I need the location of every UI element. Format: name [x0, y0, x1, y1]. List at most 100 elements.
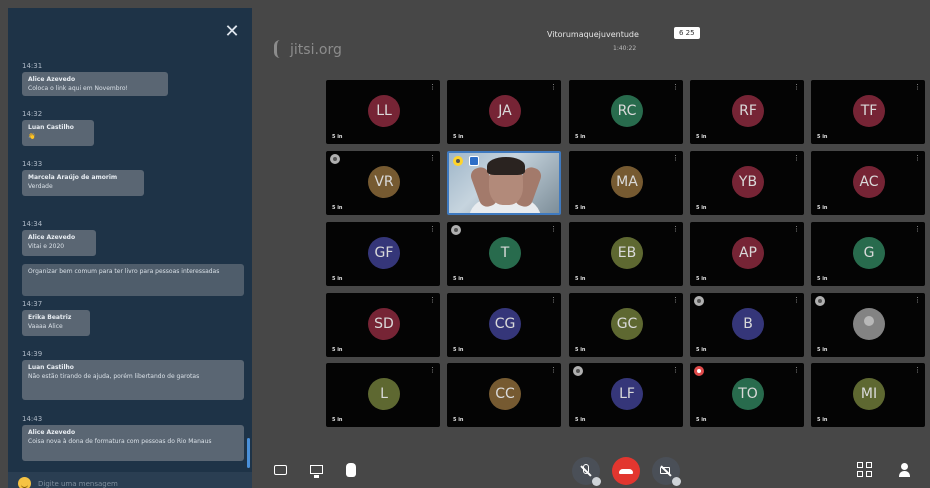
chat-message[interactable]: Erika Beatriz Vaaaa Alice — [22, 310, 90, 336]
connection-indicator: 5 in — [696, 134, 707, 140]
tile-menu-icon[interactable]: ⋮ — [793, 154, 800, 162]
status-icon — [330, 154, 340, 164]
emoji-icon[interactable] — [18, 477, 31, 488]
tile-menu-icon[interactable]: ⋮ — [429, 296, 436, 304]
avatar: CG — [489, 308, 521, 340]
tile-menu-icon[interactable]: ⋮ — [914, 225, 921, 233]
mute-microphone-button[interactable] — [572, 457, 601, 486]
message-sender: Marcela Araújo de amorim — [28, 174, 118, 181]
participant-tile[interactable]: L 5 in ⋮ — [326, 363, 440, 427]
participant-tile[interactable]: TO 5 in ⋮ — [690, 363, 804, 427]
chat-scrollbar[interactable] — [247, 438, 250, 468]
participant-video-tile[interactable] — [447, 151, 561, 215]
chat-message[interactable]: Alice Azevedo Coisa nova à dona de format… — [22, 425, 244, 461]
tile-menu-icon[interactable]: ⋮ — [914, 154, 921, 162]
avatar: GC — [611, 308, 643, 340]
tile-menu-icon[interactable]: ⋮ — [793, 225, 800, 233]
connection-indicator: 5 in — [575, 276, 586, 282]
message-time: 14:39 — [22, 350, 43, 358]
participant-tile[interactable]: TF 5 in ⋮ — [811, 80, 925, 144]
participant-tile[interactable]: MA 5 in ⋮ — [569, 151, 683, 215]
participant-tile[interactable]: AC 5 in ⋮ — [811, 151, 925, 215]
tile-menu-icon[interactable]: ⋮ — [672, 83, 679, 91]
tile-menu-icon[interactable]: ⋮ — [914, 296, 921, 304]
tile-view-button[interactable] — [857, 462, 875, 480]
participant-tile[interactable]: CC 5 in ⋮ — [447, 363, 561, 427]
avatar: B — [732, 308, 764, 340]
participant-tile[interactable]: RC 5 in ⋮ — [569, 80, 683, 144]
message-sender: Alice Azevedo — [28, 234, 76, 241]
chat-header: ✕ — [8, 8, 252, 58]
tile-menu-icon[interactable]: ⋮ — [429, 366, 436, 374]
chat-toggle-button[interactable] — [270, 460, 292, 482]
tile-menu-icon[interactable]: ⋮ — [429, 154, 436, 162]
participant-tile[interactable]: G 5 in ⋮ — [811, 222, 925, 286]
tile-menu-icon[interactable]: ⋮ — [672, 366, 679, 374]
raise-hand-icon — [346, 463, 356, 477]
participant-tile[interactable]: LL 5 in ⋮ — [326, 80, 440, 144]
message-sender: Erika Beatriz — [28, 314, 72, 321]
participant-tile[interactable]: GC 5 in ⋮ — [569, 293, 683, 357]
participant-tile[interactable]: SD 5 in ⋮ — [326, 293, 440, 357]
tile-menu-icon[interactable]: ⋮ — [429, 83, 436, 91]
participant-tile[interactable]: RF 5 in ⋮ — [690, 80, 804, 144]
close-icon[interactable]: ✕ — [222, 22, 242, 42]
tile-menu-icon[interactable]: ⋮ — [550, 225, 557, 233]
participants-button[interactable] — [896, 462, 914, 480]
tile-menu-icon[interactable]: ⋮ — [793, 296, 800, 304]
participant-count-badge[interactable]: 6 25 — [674, 27, 700, 39]
mic-options-icon[interactable] — [592, 477, 601, 486]
tile-menu-icon[interactable]: ⋮ — [429, 225, 436, 233]
chat-message[interactable]: Alice Azevedo Vitai e 2020 — [22, 230, 96, 256]
participant-tile[interactable]: YB 5 in ⋮ — [690, 151, 804, 215]
participant-tile[interactable]: 5 in ⋮ — [811, 293, 925, 357]
connection-indicator: 5 in — [817, 205, 828, 211]
tile-menu-icon[interactable]: ⋮ — [914, 83, 921, 91]
meeting-timer: 1:40:22 — [613, 45, 637, 52]
participant-tile[interactable]: EB 5 in ⋮ — [569, 222, 683, 286]
participant-tile[interactable]: AP 5 in ⋮ — [690, 222, 804, 286]
tile-menu-icon[interactable]: ⋮ — [914, 366, 921, 374]
chat-message[interactable]: Marcela Araújo de amorim Verdade — [22, 170, 144, 196]
tile-menu-icon[interactable]: ⋮ — [550, 83, 557, 91]
connection-indicator: 5 in — [575, 205, 586, 211]
mute-camera-button[interactable] — [652, 457, 681, 486]
participant-tile[interactable]: MI 5 in ⋮ — [811, 363, 925, 427]
connection-indicator: 5 in — [332, 417, 343, 423]
chat-message[interactable]: Alice Azevedo Coloca o link aqui em Novem… — [22, 72, 168, 96]
recording-icon — [694, 366, 704, 376]
chat-message[interactable]: Organizar bem comum para ter livro para … — [22, 264, 244, 296]
message-input[interactable] — [38, 476, 238, 488]
participant-tile[interactable]: VR 5 in ⋮ — [326, 151, 440, 215]
pin-icon[interactable] — [469, 156, 479, 166]
camera-options-icon[interactable] — [672, 477, 681, 486]
tile-menu-icon[interactable]: ⋮ — [672, 296, 679, 304]
participant-tile[interactable]: T 5 in ⋮ — [447, 222, 561, 286]
tile-menu-icon[interactable]: ⋮ — [672, 225, 679, 233]
tile-menu-icon[interactable]: ⋮ — [550, 296, 557, 304]
screen-share-button[interactable] — [306, 460, 328, 482]
tile-menu-icon[interactable]: ⋮ — [672, 154, 679, 162]
message-text: Vaaaa Alice — [28, 323, 63, 330]
hangup-button[interactable] — [612, 457, 640, 485]
connection-indicator: 5 in — [332, 205, 343, 211]
connection-indicator: 5 in — [453, 347, 464, 353]
raise-hand-button[interactable] — [340, 460, 362, 482]
avatar: G — [853, 237, 885, 269]
participant-tile[interactable]: JA 5 in ⋮ — [447, 80, 561, 144]
avatar: TF — [853, 95, 885, 127]
tile-menu-icon[interactable]: ⋮ — [793, 366, 800, 374]
message-text: Organizar bem comum para ter livro para … — [28, 268, 220, 275]
connection-indicator: 5 in — [696, 417, 707, 423]
chat-messages[interactable]: 14:31 Alice Azevedo Coloca o link aqui em … — [8, 60, 252, 470]
participant-tile[interactable]: CG 5 in ⋮ — [447, 293, 561, 357]
participant-tile[interactable]: B 5 in ⋮ — [690, 293, 804, 357]
participant-tile[interactable]: LF 5 in ⋮ — [569, 363, 683, 427]
default-avatar-icon — [853, 308, 885, 340]
tile-menu-icon[interactable]: ⋮ — [793, 83, 800, 91]
status-icon — [694, 296, 704, 306]
chat-message[interactable]: Luan Castilho Não estão tirando de ajuda,… — [22, 360, 244, 400]
tile-menu-icon[interactable]: ⋮ — [550, 366, 557, 374]
chat-message[interactable]: Luan Castilho 👋 — [22, 120, 94, 146]
participant-tile[interactable]: GF 5 in ⋮ — [326, 222, 440, 286]
